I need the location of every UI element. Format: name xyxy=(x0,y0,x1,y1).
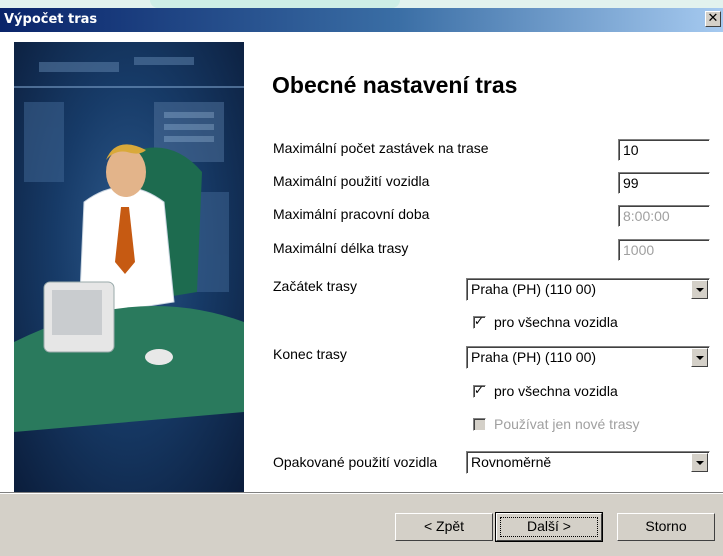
max-stops-label: Maximální počet zastávek na trase xyxy=(273,140,489,156)
monitor-screen-art xyxy=(52,290,102,335)
checkmark-icon: ✓ xyxy=(474,383,485,397)
wizard-illustration xyxy=(14,42,244,492)
start-all-vehicles-label: pro všechna vozidla xyxy=(494,314,618,330)
next-button[interactable]: Další > xyxy=(495,512,603,542)
max-working-time-label: Maximální pracovní doba xyxy=(273,206,430,222)
background-glow xyxy=(150,0,400,8)
mouse-art xyxy=(145,349,173,365)
new-routes-only-checkbox[interactable] xyxy=(473,418,486,431)
title-bar: Výpočet tras ✕ xyxy=(0,8,723,32)
close-button[interactable]: ✕ xyxy=(705,11,721,27)
page-heading: Obecné nastavení tras xyxy=(272,72,518,98)
max-route-length-field[interactable]: 1000 xyxy=(618,239,710,261)
chevron-down-icon[interactable] xyxy=(691,348,708,367)
end-all-vehicles-checkbox[interactable]: ✓ xyxy=(473,383,486,398)
focus-rect xyxy=(500,517,598,537)
checkmark-icon: ✓ xyxy=(474,314,485,328)
cancel-button[interactable]: Storno xyxy=(617,513,715,541)
max-vehicle-use-label: Maximální použití vozidla xyxy=(273,173,430,189)
button-bar-highlight xyxy=(0,493,723,494)
close-icon: ✕ xyxy=(707,11,719,26)
start-all-vehicles-checkbox[interactable]: ✓ xyxy=(473,314,486,329)
end-all-vehicles-label: pro všechna vozidla xyxy=(494,383,618,399)
max-route-length-label: Maximální délka trasy xyxy=(273,240,409,256)
max-working-time-field[interactable]: 8:00:00 xyxy=(618,205,710,227)
max-vehicle-use-field[interactable]: 99 xyxy=(618,172,710,194)
route-end-value: Praha (PH) (110 00) xyxy=(471,349,597,365)
max-stops-field[interactable]: 10 xyxy=(618,139,710,161)
new-routes-only-label: Používat jen nové trasy xyxy=(494,416,640,432)
route-start-label: Začátek trasy xyxy=(273,278,358,294)
window-title: Výpočet tras xyxy=(4,12,98,27)
button-bar xyxy=(0,492,723,556)
route-end-label: Konec trasy xyxy=(273,346,347,362)
back-button[interactable]: < Zpět xyxy=(395,513,493,541)
vehicle-reuse-select[interactable]: Rovnoměrně xyxy=(466,451,710,474)
background-strip xyxy=(0,0,723,8)
route-start-select[interactable]: Praha (PH) (110 00) xyxy=(466,278,710,301)
chevron-down-icon[interactable] xyxy=(691,280,708,299)
vehicle-reuse-value: Rovnoměrně xyxy=(471,454,552,470)
vehicle-reuse-label: Opakované použití vozidla xyxy=(273,454,438,470)
wizard-illustration-art xyxy=(14,57,244,432)
route-end-select[interactable]: Praha (PH) (110 00) xyxy=(466,346,710,369)
chevron-down-icon[interactable] xyxy=(691,453,708,472)
route-start-value: Praha (PH) (110 00) xyxy=(471,281,597,297)
